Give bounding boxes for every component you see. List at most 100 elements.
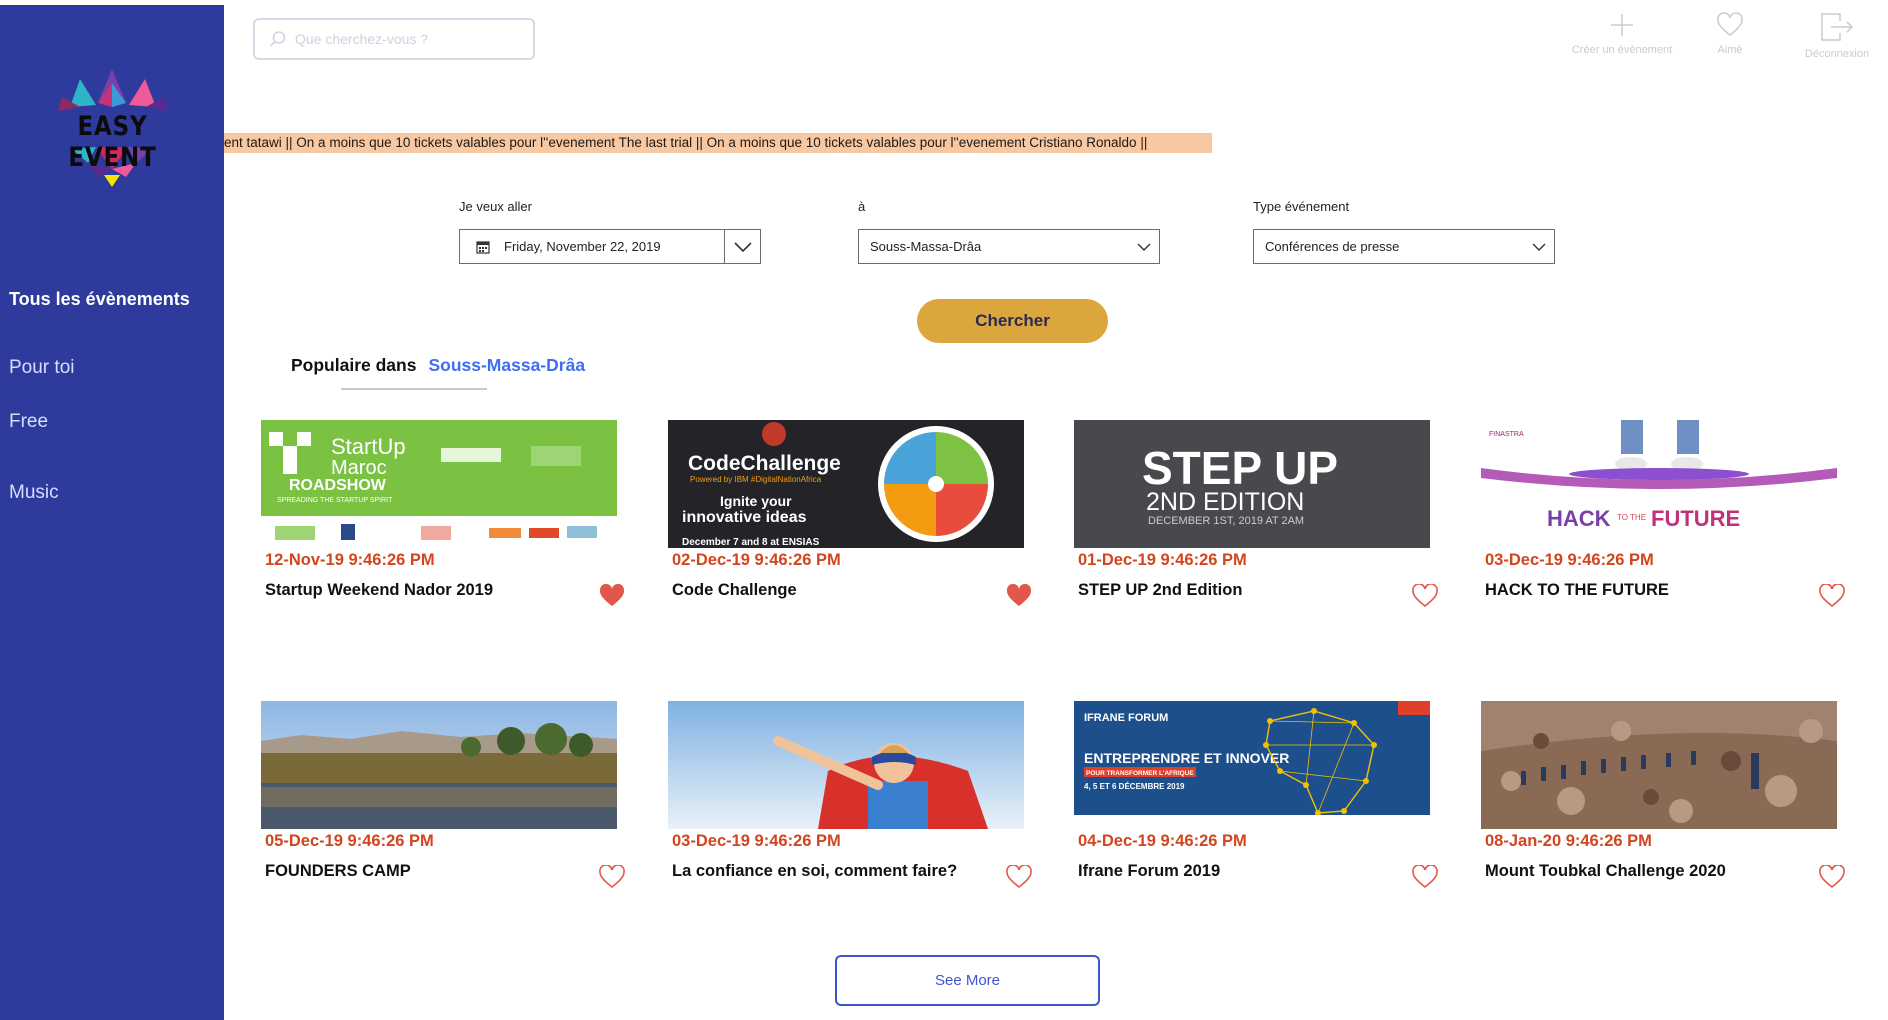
create-event-button[interactable]: Créer un évènement: [1562, 12, 1682, 56]
event-type-value: Conférences de presse: [1265, 239, 1400, 254]
event-date: 03-Dec-19 9:46:26 PM: [1485, 551, 1654, 569]
event-card[interactable]: FINASTRA HACK TO THE FUTURE 03-Dec-19 9:…: [1481, 420, 1845, 660]
event-card[interactable]: StartUp Maroc ROADSHOW SPREADING THE STA…: [261, 420, 625, 660]
popular-underline: [341, 388, 487, 390]
popular-prefix: Populaire dans: [291, 355, 417, 375]
thumb-text: STEP UP: [1142, 442, 1338, 494]
app-logo[interactable]: EASY EVENT: [40, 67, 185, 187]
heart-filled-icon[interactable]: [599, 584, 625, 608]
event-card[interactable]: 03-Dec-19 9:46:26 PM La confiance en soi…: [668, 701, 1032, 941]
event-date: 04-Dec-19 9:46:26 PM: [1078, 832, 1247, 850]
search-box[interactable]: [253, 18, 535, 60]
heart-outline-icon[interactable]: [1819, 584, 1845, 608]
logout-button[interactable]: Déconnexion: [1794, 12, 1880, 60]
event-image[interactable]: StartUp Maroc ROADSHOW SPREADING THE STA…: [261, 420, 617, 548]
thumb-text: CodeChallenge: [688, 452, 841, 475]
sidebar-item-tous[interactable]: Tous les évènements: [9, 289, 190, 310]
popular-heading: Populaire dans Souss-Massa-Drâa: [291, 355, 585, 376]
heart-outline-icon[interactable]: [1819, 865, 1845, 889]
event-image[interactable]: FINASTRA HACK TO THE FUTURE: [1481, 420, 1837, 548]
thumb-text: POUR TRANSFORMER L'AFRIQUE: [1086, 770, 1194, 777]
thumb-text: 4, 5 ET 6 DÉCEMBRE 2019: [1084, 782, 1185, 791]
chevron-down-icon: [1524, 243, 1554, 251]
logout-label: Déconnexion: [1804, 48, 1870, 60]
event-title[interactable]: HACK TO THE FUTURE: [1485, 581, 1669, 600]
thumb-text: DECEMBER 1ST, 2019 AT 2AM: [1148, 515, 1304, 527]
create-event-label: Créer un évènement: [1571, 44, 1673, 56]
plus-icon: [1611, 14, 1633, 36]
event-title[interactable]: Startup Weekend Nador 2019: [265, 581, 493, 600]
search-icon: [269, 31, 286, 47]
event-image[interactable]: [261, 701, 617, 829]
event-image[interactable]: [668, 701, 1024, 829]
logout-icon: [1821, 13, 1854, 41]
event-card[interactable]: CodeChallenge Powered by IBM #DigitalNat…: [668, 420, 1032, 660]
heart-outline-icon[interactable]: [599, 865, 625, 889]
announcement-ticker: ent tatawi || On a moins que 10 tickets …: [224, 133, 1212, 153]
heart-outline-icon[interactable]: [1412, 865, 1438, 889]
location-filter-label: à: [858, 199, 866, 214]
event-card[interactable]: IFRANE FORUM ENTREPRENDRE ET INNOVER POU…: [1074, 701, 1438, 941]
thumb-text: HACK: [1547, 506, 1611, 531]
thumb-text: TO THE: [1617, 513, 1646, 522]
thumb-text: Ignite your: [720, 493, 792, 509]
event-date: 12-Nov-19 9:46:26 PM: [265, 551, 435, 569]
event-title[interactable]: La confiance en soi, comment faire?: [672, 862, 957, 881]
type-filter-label: Type événement: [1253, 199, 1350, 214]
sidebar-item-music[interactable]: Music: [9, 482, 59, 504]
sidebar-item-pour-toi[interactable]: Pour toi: [9, 357, 74, 379]
heart-filled-icon[interactable]: [1006, 584, 1032, 608]
chevron-down-icon: [1129, 243, 1159, 251]
event-date: 03-Dec-19 9:46:26 PM: [672, 832, 841, 850]
see-more-button[interactable]: See More: [835, 955, 1100, 1006]
thumb-text: Powered by IBM #DigitalNationAfrica: [690, 475, 822, 484]
thumb-text: December 7 and 8 at ENSIAS: [682, 537, 820, 548]
event-card[interactable]: STEP UP 2ND EDITION DECEMBER 1ST, 2019 A…: [1074, 420, 1438, 660]
ticker-text: ent tatawi || On a moins que 10 tickets …: [224, 135, 1148, 150]
thumb-text: IFRANE FORUM: [1084, 712, 1168, 724]
event-card[interactable]: 08-Jan-20 9:46:26 PM Mount Toubkal Chall…: [1481, 701, 1845, 941]
date-value: Friday, November 22, 2019: [504, 239, 661, 254]
thumb-text: StartUp: [331, 434, 406, 459]
chevron-down-icon: [724, 230, 760, 263]
popular-region-link[interactable]: Souss-Massa-Drâa: [428, 355, 585, 375]
thumb-text: ENTREPRENDRE ET INNOVER: [1084, 750, 1289, 766]
liked-label: Aimé: [1717, 44, 1743, 56]
thumb-text: ROADSHOW: [289, 477, 387, 494]
event-title[interactable]: Ifrane Forum 2019: [1078, 862, 1220, 881]
heart-outline-icon[interactable]: [1006, 865, 1032, 889]
event-image[interactable]: [1481, 701, 1837, 829]
event-card[interactable]: 05-Dec-19 9:46:26 PM FOUNDERS CAMP: [261, 701, 625, 941]
sidebar: EASY EVENT Tous les évènements Pour toi …: [0, 5, 224, 1020]
event-date: 08-Jan-20 9:46:26 PM: [1485, 832, 1652, 850]
event-title[interactable]: FOUNDERS CAMP: [265, 862, 411, 881]
date-filter-label: Je veux aller: [459, 199, 532, 214]
calendar-icon: [460, 240, 490, 254]
heart-outline-icon[interactable]: [1412, 584, 1438, 608]
sidebar-item-free[interactable]: Free: [9, 411, 48, 433]
location-select[interactable]: Souss-Massa-Drâa: [858, 229, 1160, 264]
thumb-text: SPREADING THE STARTUP SPIRIT: [277, 497, 393, 504]
date-picker[interactable]: Friday, November 22, 2019: [459, 229, 761, 264]
search-button[interactable]: Chercher: [917, 299, 1108, 343]
search-input[interactable]: [295, 31, 515, 47]
event-date: 05-Dec-19 9:46:26 PM: [265, 832, 434, 850]
event-type-select[interactable]: Conférences de presse: [1253, 229, 1555, 264]
thumb-text: FUTURE: [1651, 506, 1740, 531]
logo-text: EASY EVENT: [68, 111, 157, 173]
event-title[interactable]: Mount Toubkal Challenge 2020: [1485, 862, 1726, 881]
location-value: Souss-Massa-Drâa: [870, 239, 982, 254]
thumb-text: FINASTRA: [1489, 431, 1524, 438]
thumb-text: 2ND EDITION: [1146, 488, 1304, 516]
event-image[interactable]: STEP UP 2ND EDITION DECEMBER 1ST, 2019 A…: [1074, 420, 1430, 548]
event-date: 01-Dec-19 9:46:26 PM: [1078, 551, 1247, 569]
liked-button[interactable]: Aimé: [1706, 12, 1754, 56]
thumb-text: innovative ideas: [682, 509, 807, 526]
event-image[interactable]: IFRANE FORUM ENTREPRENDRE ET INNOVER POU…: [1074, 701, 1430, 829]
event-date: 02-Dec-19 9:46:26 PM: [672, 551, 841, 569]
event-title[interactable]: Code Challenge: [672, 581, 797, 600]
event-title[interactable]: STEP UP 2nd Edition: [1078, 581, 1242, 600]
heart-outline-icon: [1717, 12, 1743, 36]
thumb-text: Maroc: [331, 457, 387, 479]
event-image[interactable]: CodeChallenge Powered by IBM #DigitalNat…: [668, 420, 1024, 548]
